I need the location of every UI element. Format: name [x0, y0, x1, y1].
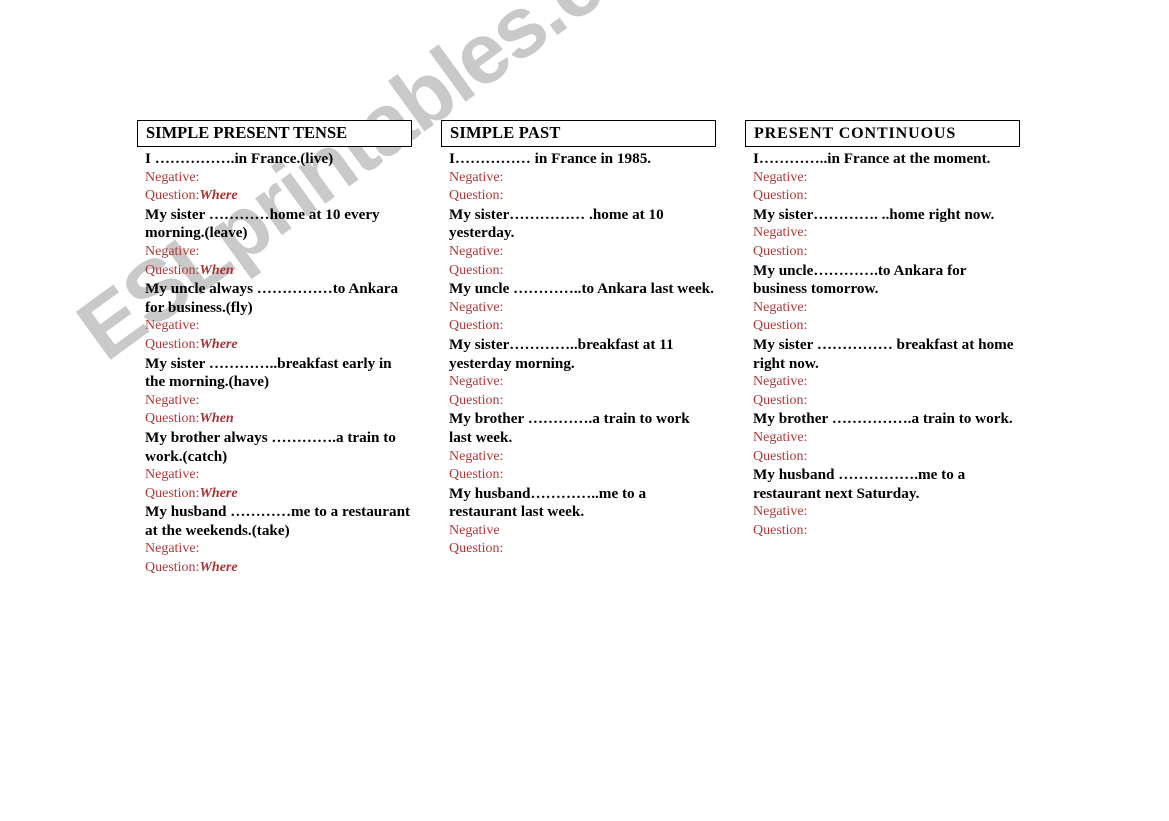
question-prompt: Question:: [449, 262, 716, 281]
column-body: I…………..in France at the moment. Negative…: [745, 150, 1020, 540]
negative-prompt: Negative:: [145, 392, 200, 408]
question-prompt-label: Question:: [145, 262, 200, 278]
question-prompt: Question:: [449, 187, 716, 206]
question-prompt: Question:Where: [145, 485, 412, 504]
negative-prompt: Negative:: [449, 169, 504, 185]
exercise-sentence: My sister…………..breakfast at 11 yesterday…: [449, 335, 674, 372]
negative-prompt: Negative:: [145, 467, 200, 483]
exercise-sentence: My sister…………… .home at 10 yesterday.: [449, 205, 664, 242]
question-prompt-label: Question:: [145, 336, 200, 352]
exercise-sentence: My husband …………….me to a restaurant next…: [753, 466, 966, 502]
question-prompt: Question:: [449, 392, 716, 411]
exercise-sentence: My husband …………me to a restaurant at the…: [145, 503, 411, 539]
question-prompt: Question:When: [145, 410, 412, 429]
question-prompt-label: Question:: [145, 560, 200, 576]
negative-prompt: Negative:: [449, 448, 504, 464]
question-prompt: Question:Where: [145, 336, 412, 355]
question-prompt-label: Question:: [145, 188, 200, 204]
question-prompt: Question:: [449, 317, 716, 336]
question-word: Where: [199, 188, 238, 204]
exercise-sentence: My sister…………. ..home right now.: [753, 205, 995, 223]
negative-prompt: Negative:: [449, 243, 504, 259]
negative-prompt: Negative:: [753, 225, 808, 241]
column-title: SIMPLE PAST: [450, 123, 561, 143]
question-prompt-label: Question:: [145, 485, 200, 501]
worksheet-page: ESLprintables.com SIMPLE PRESENT TENSE I…: [0, 0, 1169, 821]
negative-prompt: Negative:: [145, 318, 200, 334]
question-prompt: Question:: [753, 243, 1020, 262]
negative-prompt: Negative:: [145, 243, 200, 259]
column-title: PRESENT CONTINUOUS: [754, 124, 957, 142]
question-prompt: Question:: [753, 317, 1020, 336]
negative-prompt: Negative:: [449, 299, 504, 315]
question-prompt: Question:: [753, 522, 1020, 541]
question-prompt-label: Question:: [449, 262, 504, 278]
exercise-sentence: My brother …………….a train to work.: [753, 410, 1013, 428]
question-prompt-label: Question:: [753, 243, 808, 259]
column-body: I…………… in France in 1985. Negative: Ques…: [441, 150, 716, 559]
exercise-sentence: My uncle always ……………to Ankara for busin…: [145, 280, 399, 316]
question-prompt: Question:Where: [145, 559, 412, 578]
exercise-sentence: My sister …………..breakfast early in the m…: [145, 354, 392, 391]
question-prompt: Question:: [449, 466, 716, 485]
question-prompt-label: Question:: [753, 392, 808, 408]
exercise-sentence: My uncle …………..to Ankara last week.: [449, 280, 714, 298]
tense-column-simple-present: SIMPLE PRESENT TENSE I …………….in France.(…: [137, 120, 412, 578]
negative-prompt: Negative:: [753, 504, 808, 520]
tense-column-present-continuous: PRESENT CONTINUOUS I…………..in France at t…: [745, 120, 1020, 540]
question-word: Where: [199, 336, 238, 352]
tense-columns-container: SIMPLE PRESENT TENSE I …………….in France.(…: [137, 120, 1037, 578]
question-prompt: Question:: [753, 448, 1020, 467]
column-body: I …………….in France.(live) Negative: Quest…: [137, 150, 412, 578]
question-prompt: Question:: [449, 540, 716, 559]
negative-prompt: Negative:: [145, 169, 200, 185]
column-header-box: PRESENT CONTINUOUS: [745, 120, 1020, 147]
question-word: Where: [199, 485, 238, 501]
negative-prompt: Negative:: [145, 541, 200, 557]
question-prompt-label: Question:: [145, 411, 200, 427]
column-title: SIMPLE PRESENT TENSE: [146, 123, 348, 143]
exercise-sentence: My brother ………….a train to work last wee…: [449, 410, 690, 446]
question-prompt-label: Question:: [449, 392, 504, 408]
question-prompt-label: Question:: [449, 318, 504, 334]
question-prompt-label: Question:: [449, 188, 504, 204]
exercise-sentence: My husband…………..me to a restaurant last …: [449, 484, 647, 521]
column-header-box: SIMPLE PRESENT TENSE: [137, 120, 412, 147]
question-prompt: Question:: [753, 187, 1020, 206]
negative-prompt: Negative:: [753, 299, 808, 315]
negative-prompt: Negative:: [753, 374, 808, 390]
question-prompt-label: Question:: [753, 448, 808, 464]
column-header-box: SIMPLE PAST: [441, 120, 716, 147]
exercise-sentence: My uncle………….to Ankara for business tomo…: [753, 261, 967, 298]
negative-prompt: Negative:: [753, 429, 808, 445]
negative-prompt: Negative:: [753, 169, 808, 185]
exercise-sentence: I …………….in France.(live): [145, 150, 334, 167]
question-prompt: Question:When: [145, 262, 412, 281]
negative-prompt: Negative: [449, 522, 500, 538]
question-prompt-label: Question:: [449, 467, 504, 483]
question-prompt: Question:Where: [145, 187, 412, 206]
exercise-sentence: My brother always ………….a train to work.(…: [145, 428, 396, 465]
question-word: When: [199, 262, 234, 278]
question-word: Where: [199, 560, 238, 576]
exercise-sentence: My sister …………… breakfast at home right …: [753, 335, 1014, 372]
question-prompt-label: Question:: [753, 522, 808, 538]
tense-column-simple-past: SIMPLE PAST I…………… in France in 1985. Ne…: [441, 120, 716, 559]
question-prompt-label: Question:: [753, 188, 808, 204]
negative-prompt: Negative:: [449, 374, 504, 390]
question-prompt-label: Question:: [753, 318, 808, 334]
question-word: When: [199, 411, 234, 427]
exercise-sentence: My sister …………home at 10 every morning.(…: [145, 205, 380, 242]
question-prompt: Question:: [753, 392, 1020, 411]
question-prompt-label: Question:: [449, 541, 504, 557]
exercise-sentence: I…………..in France at the moment.: [753, 150, 991, 167]
exercise-sentence: I…………… in France in 1985.: [449, 150, 652, 167]
